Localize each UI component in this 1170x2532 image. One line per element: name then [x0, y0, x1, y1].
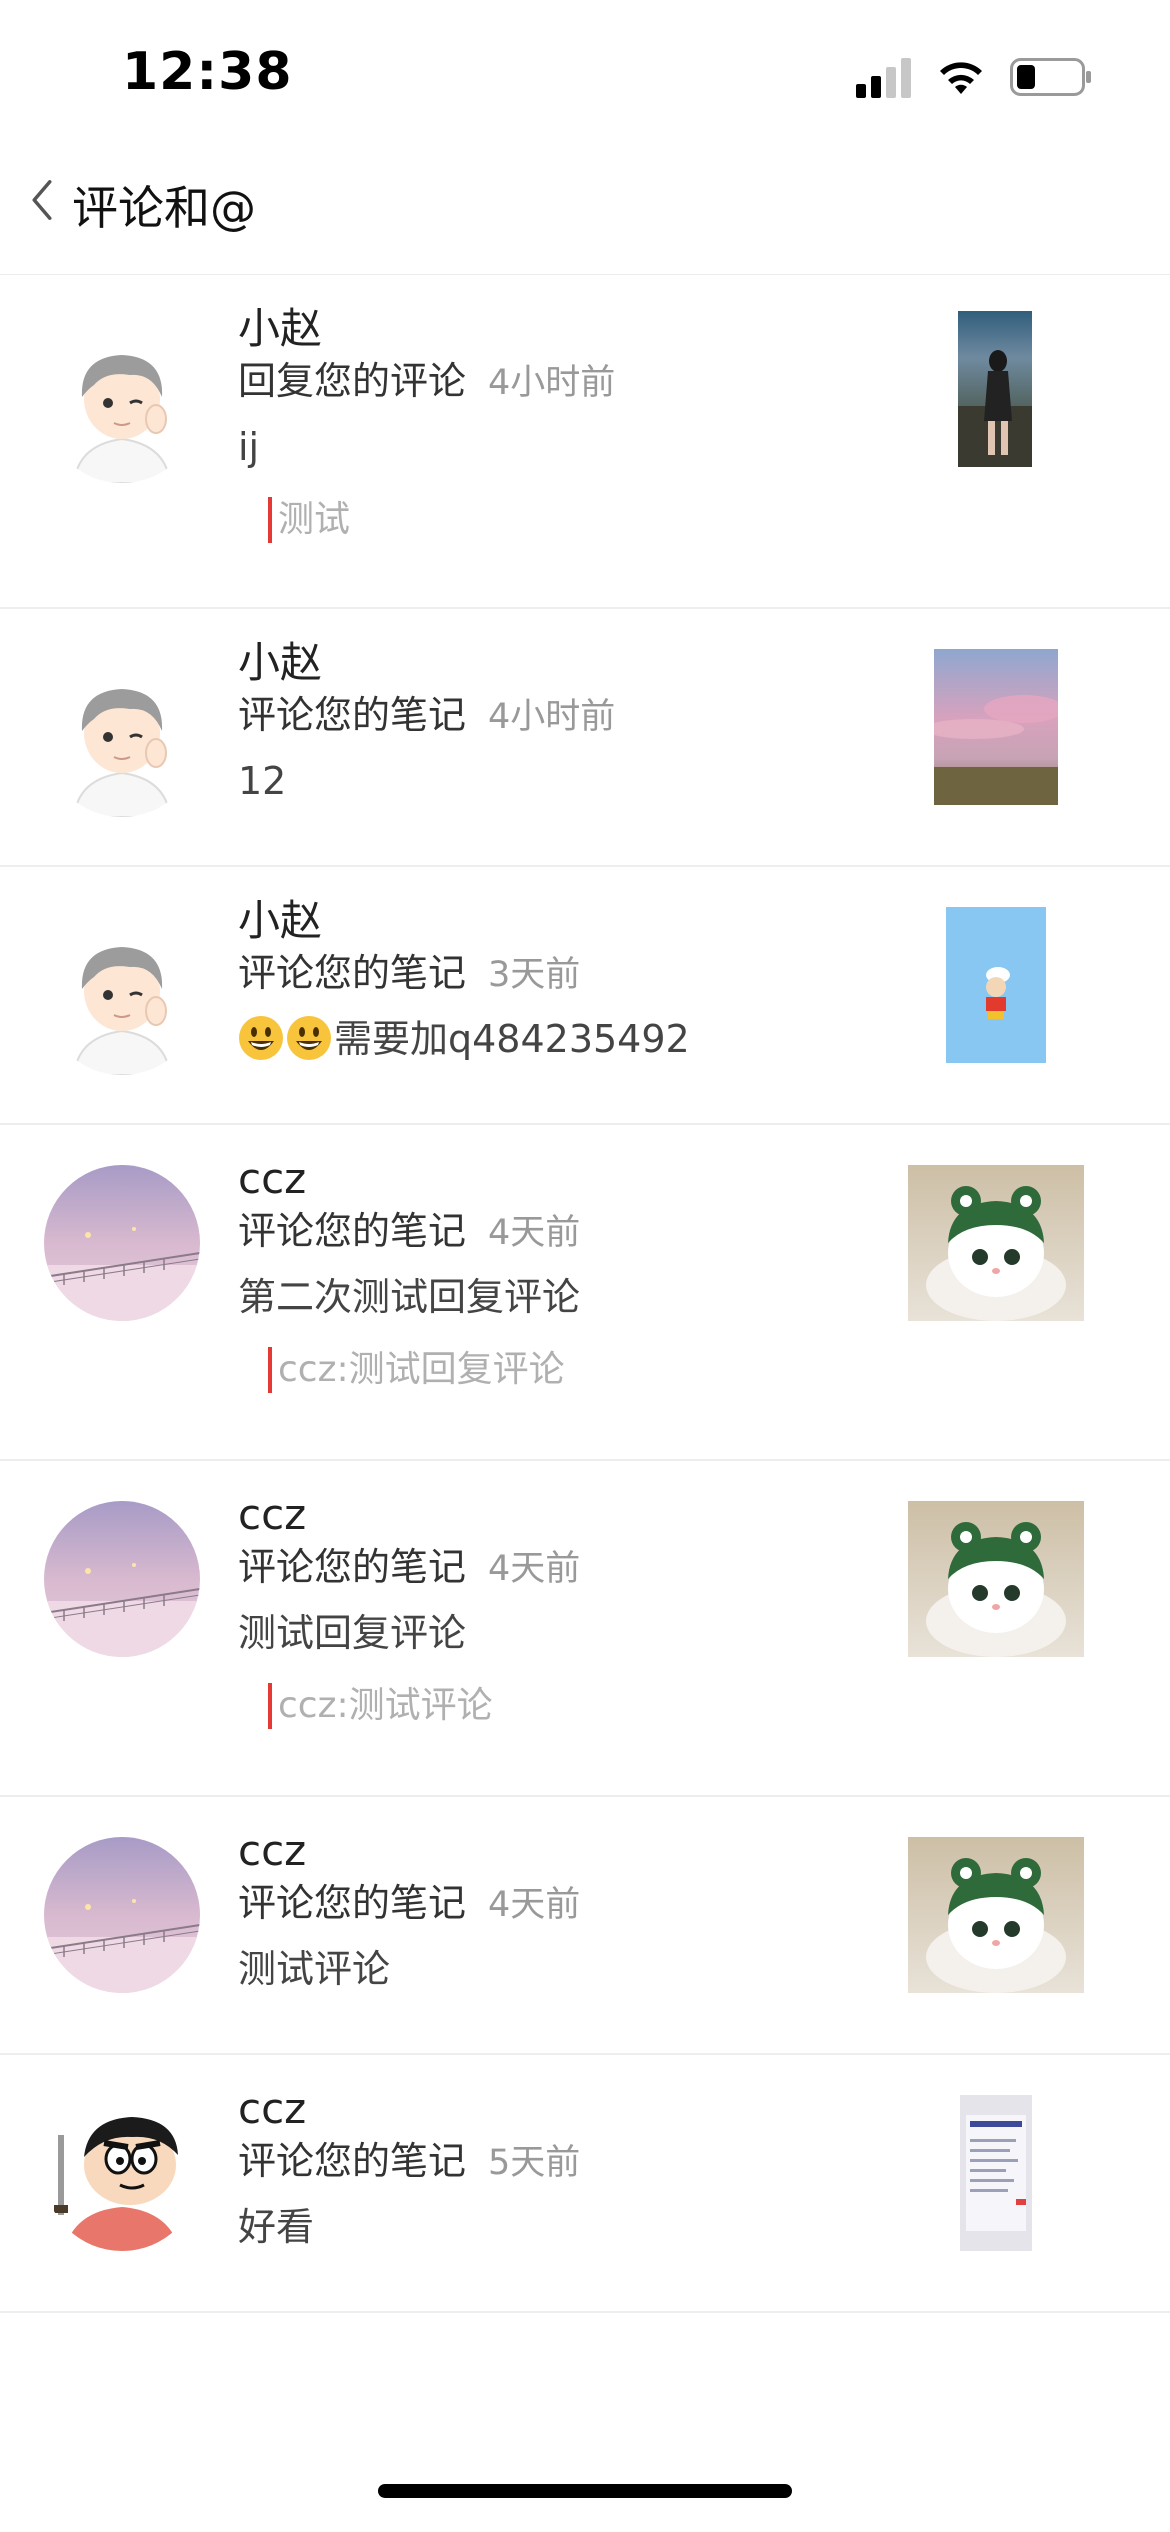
action-row: 回复您的评论 4小时前: [238, 355, 878, 407]
username[interactable]: ccz: [238, 1825, 878, 1877]
wifi-icon: [936, 56, 986, 96]
cartoon-character-blue-photo[interactable]: [946, 907, 1046, 1063]
timestamp: 4小时前: [488, 363, 616, 403]
action-row: 评论您的笔记 4天前: [238, 1205, 878, 1257]
username[interactable]: 小赵: [238, 637, 878, 689]
timestamp: 4天前: [488, 1885, 581, 1925]
list-item[interactable]: ccz 评论您的笔记 4天前 第二次测试回复评论 ccz:测试回复评论: [0, 1125, 1170, 1461]
timestamp: 4天前: [488, 1213, 581, 1253]
comment-content: ccz 评论您的笔记 5天前 好看: [238, 2083, 878, 2253]
action-row: 评论您的笔记 4天前: [238, 1877, 878, 1929]
quoted-comment: 测试: [268, 497, 878, 543]
action-text: 评论您的笔记: [238, 1209, 467, 1253]
comment-text: 需要加q484235492: [238, 1013, 878, 1065]
username[interactable]: 小赵: [238, 895, 878, 947]
action-row: 评论您的笔记 4天前: [238, 1541, 878, 1593]
nav-bar: 评论和@: [0, 150, 1170, 275]
anime-boy-avatar[interactable]: [44, 919, 200, 1075]
home-indicator[interactable]: [378, 2484, 792, 2498]
smiley-emoji: [239, 1016, 283, 1060]
snowy-bridge-avatar[interactable]: [44, 1165, 200, 1321]
anime-boy-avatar[interactable]: [44, 661, 200, 817]
snowy-bridge-avatar[interactable]: [44, 1837, 200, 1993]
comment-content: ccz 评论您的笔记 4天前 第二次测试回复评论 ccz:测试回复评论: [238, 1153, 878, 1393]
comment-text: 第二次测试回复评论: [238, 1275, 581, 1319]
action-text: 评论您的笔记: [238, 1545, 467, 1589]
comment-content: ccz 评论您的笔记 4天前 测试评论: [238, 1825, 878, 1995]
quoted-comment: ccz:测试回复评论: [268, 1347, 878, 1393]
quoted-comment: ccz:测试评论: [268, 1683, 878, 1729]
page-title: 评论和@: [72, 181, 256, 235]
kitten-frog-hat-photo[interactable]: [908, 1501, 1084, 1657]
timestamp: 4天前: [488, 1549, 581, 1589]
timestamp: 4小时前: [488, 697, 616, 737]
comment-text: 测试回复评论: [238, 1611, 467, 1655]
back-button[interactable]: [14, 150, 70, 250]
list-item[interactable]: 小赵 评论您的笔记 3天前 需要加q484235492: [0, 867, 1170, 1125]
cellular-signal-icon: [856, 58, 914, 98]
action-row: 评论您的笔记 3天前: [238, 947, 878, 999]
username[interactable]: ccz: [238, 1489, 878, 1541]
comment-text: 好看: [238, 2205, 315, 2249]
list-item[interactable]: ccz 评论您的笔记 5天前 好看: [0, 2055, 1170, 2313]
timestamp: 3天前: [488, 955, 581, 995]
timestamp: 5天前: [488, 2143, 581, 2183]
comment-body: 需要加q484235492: [334, 1017, 690, 1061]
status-time: 12:38: [122, 42, 293, 102]
username[interactable]: 小赵: [238, 303, 878, 355]
document-screenshot-photo[interactable]: [960, 2095, 1032, 2251]
list-item[interactable]: ccz 评论您的笔记 4天前 测试评论: [0, 1797, 1170, 2055]
comment-content: 小赵 评论您的笔记 3天前 需要加q484235492: [238, 895, 878, 1065]
action-row: 评论您的笔记 4小时前: [238, 689, 878, 741]
comment-text: 测试评论: [238, 1947, 391, 1991]
list-item[interactable]: 小赵 评论您的笔记 4小时前 12: [0, 609, 1170, 867]
anime-boy-avatar[interactable]: [44, 327, 200, 483]
action-row: 评论您的笔记 5天前: [238, 2135, 878, 2187]
action-text: 评论您的笔记: [238, 1881, 467, 1925]
comment-content: 小赵 回复您的评论 4小时前 ij 测试: [238, 303, 878, 543]
action-text: 评论您的笔记: [238, 2139, 467, 2183]
girl-on-beach-photo[interactable]: [958, 311, 1032, 467]
chevron-left-icon: [32, 180, 52, 220]
kitten-frog-hat-photo[interactable]: [908, 1165, 1084, 1321]
action-text: 回复您的评论: [238, 359, 467, 403]
comment-content: ccz 评论您的笔记 4天前 测试回复评论 ccz:测试评论: [238, 1489, 878, 1729]
battery-low-icon: [1010, 58, 1092, 96]
kitten-frog-hat-photo[interactable]: [908, 1837, 1084, 1993]
smiley-emoji: [287, 1016, 331, 1060]
comment-text: 12: [238, 759, 287, 803]
cartoon-boy-avatar[interactable]: [44, 2095, 200, 2251]
comment-content: 小赵 评论您的笔记 4小时前 12: [238, 637, 878, 807]
comment-text: ij: [238, 425, 260, 469]
status-bar: 12:38: [0, 0, 1170, 150]
snowy-bridge-avatar[interactable]: [44, 1501, 200, 1657]
action-text: 评论您的笔记: [238, 951, 467, 995]
list-item[interactable]: ccz 评论您的笔记 4天前 测试回复评论 ccz:测试评论: [0, 1461, 1170, 1797]
comment-list: 小赵 回复您的评论 4小时前 ij 测试 小赵 评论您的笔记 4小时前 12 小…: [0, 275, 1170, 2313]
pink-sky-landscape-photo[interactable]: [934, 649, 1058, 805]
username[interactable]: ccz: [238, 1153, 878, 1205]
username[interactable]: ccz: [238, 2083, 878, 2135]
action-text: 评论您的笔记: [238, 693, 467, 737]
list-item[interactable]: 小赵 回复您的评论 4小时前 ij 测试: [0, 275, 1170, 609]
